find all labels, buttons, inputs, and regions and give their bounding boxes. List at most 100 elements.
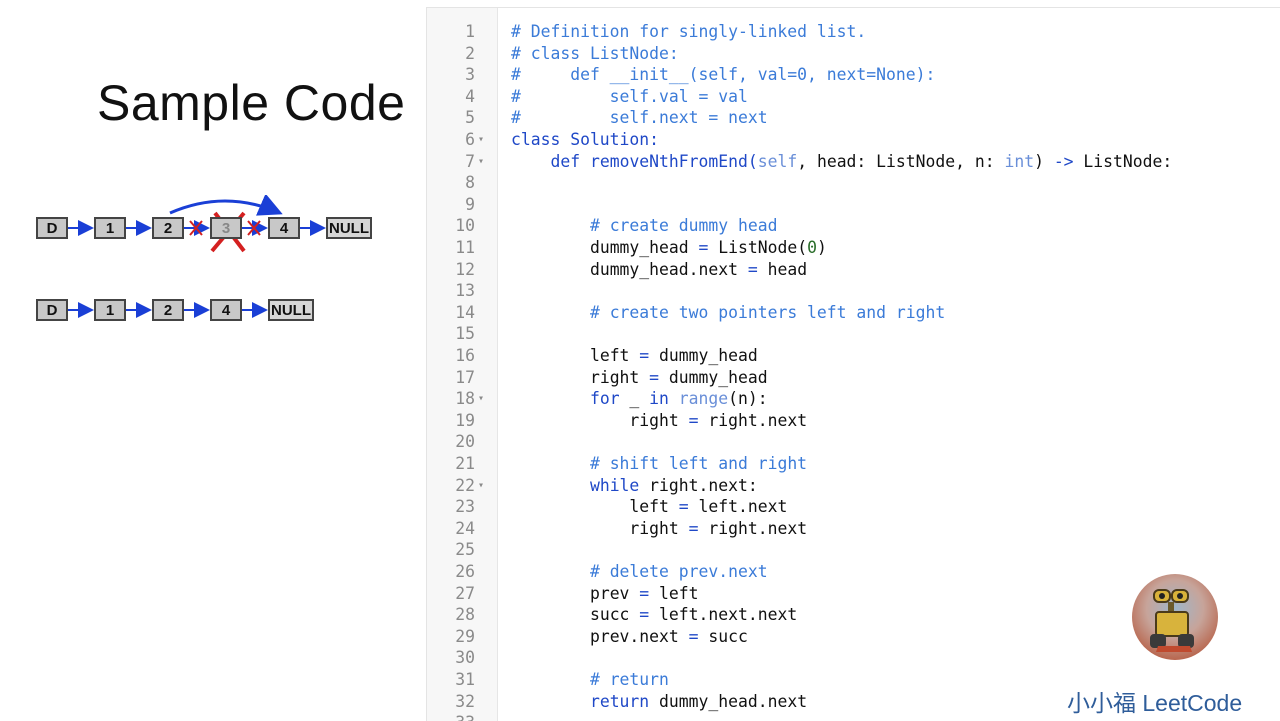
code-line: 17 right = dummy_head bbox=[427, 367, 1280, 389]
node-dummy: D bbox=[36, 217, 68, 239]
code-token: ) bbox=[816, 238, 827, 257]
code-line: 4 # self.val = val bbox=[427, 86, 1280, 108]
code-token: left bbox=[649, 583, 699, 603]
code-token: = bbox=[639, 346, 650, 365]
code-line: 14 # create two pointers left and right bbox=[427, 302, 1280, 324]
line-number: 28 bbox=[455, 605, 475, 625]
code-line: 8 bbox=[427, 172, 1280, 194]
line-number: 29 bbox=[455, 626, 475, 646]
line-number: 20 bbox=[455, 432, 475, 452]
code-token: ListNode( bbox=[708, 238, 808, 257]
code-token: 0 bbox=[807, 238, 817, 257]
code-text: succ = left.next.next bbox=[511, 604, 797, 626]
code-token: dummy_head bbox=[589, 238, 699, 257]
line-number: 14 bbox=[455, 302, 475, 322]
code-line: 20 bbox=[427, 431, 1280, 453]
code-token: left.next bbox=[688, 497, 788, 517]
code-token: right.next bbox=[698, 410, 808, 430]
channel-avatar bbox=[1132, 574, 1218, 660]
line-number: 10 bbox=[455, 216, 475, 236]
code-token: left bbox=[629, 497, 679, 517]
code-token: int bbox=[1004, 151, 1035, 171]
code-text: class Solution: bbox=[511, 129, 659, 151]
node-3-deleted: 3 bbox=[210, 217, 242, 239]
code-token: , head: ListNode, n: bbox=[797, 151, 1005, 171]
code-text: dummy_head = ListNode(0) bbox=[511, 237, 827, 259]
code-line: 12 dummy_head.next = head bbox=[427, 259, 1280, 281]
code-token: right bbox=[629, 410, 689, 430]
code-token: self bbox=[757, 151, 798, 171]
line-number: 8 bbox=[465, 173, 475, 193]
code-token: = bbox=[698, 238, 709, 257]
line-number: 19 bbox=[455, 410, 475, 430]
code-line: 7 ▾ def removeNthFromEnd(self, head: List… bbox=[427, 151, 1280, 173]
code-token: class Solution: bbox=[511, 130, 660, 149]
code-token: = bbox=[649, 367, 660, 387]
code-line: 3 # def __init__(self, val=0, next=None): bbox=[427, 64, 1280, 86]
line-number: 18 bbox=[455, 389, 475, 409]
code-token: left bbox=[589, 346, 640, 365]
code-text: # delete prev.next bbox=[511, 561, 768, 583]
code-text: for _ in range(n): bbox=[511, 388, 768, 410]
line-number: 13 bbox=[455, 281, 475, 301]
line-number: 1 bbox=[465, 22, 475, 41]
robot-avatar-icon bbox=[1132, 574, 1218, 660]
code-text: right = right.next bbox=[511, 518, 807, 540]
code-token: # Definition for singly-linked list. bbox=[511, 22, 867, 41]
code-token: left.next.next bbox=[649, 605, 798, 625]
code-line: 13 bbox=[427, 280, 1280, 302]
code-token: dummy_head bbox=[649, 346, 758, 365]
code-line: 1 # Definition for singly-linked list. bbox=[427, 21, 1280, 43]
code-token: # create dummy head bbox=[589, 216, 778, 236]
node-2: 2 bbox=[152, 217, 184, 239]
code-line: 23 left = left.next bbox=[427, 496, 1280, 518]
code-line: 15 bbox=[427, 323, 1280, 345]
code-line: 18 ▾ for _ in range(n): bbox=[427, 388, 1280, 410]
node-null: NULL bbox=[326, 217, 372, 239]
line-number: 31 bbox=[455, 670, 475, 689]
line-number: 9 bbox=[465, 194, 475, 214]
code-token: # self.val = val bbox=[511, 86, 748, 106]
code-token: dummy_head.next bbox=[589, 259, 748, 279]
code-token: succ bbox=[589, 605, 640, 625]
line-number: 4 bbox=[465, 86, 475, 106]
code-text: prev.next = succ bbox=[511, 626, 748, 648]
node-dummy-after: D bbox=[36, 299, 68, 321]
code-line: 2 # class ListNode: bbox=[427, 43, 1280, 65]
code-text: left = left.next bbox=[511, 496, 787, 518]
code-token: = bbox=[639, 583, 650, 603]
fold-toggle-icon[interactable]: ▾ bbox=[478, 129, 484, 151]
code-token: dummy_head.next bbox=[649, 691, 808, 711]
code-token: # class ListNode: bbox=[511, 43, 679, 63]
code-line: 6 ▾ class Solution: bbox=[427, 129, 1280, 151]
code-token: = bbox=[678, 497, 689, 517]
code-token: (n): bbox=[728, 389, 768, 409]
code-text: left = dummy_head bbox=[511, 345, 758, 367]
line-number: 3 bbox=[465, 65, 475, 85]
line-number: 6 bbox=[465, 130, 475, 149]
line-number: 24 bbox=[455, 518, 475, 538]
node-2-after: 2 bbox=[152, 299, 184, 321]
code-token: # def __init__(self, val=0, next=None): bbox=[511, 65, 936, 85]
fold-toggle-icon[interactable]: ▾ bbox=[478, 475, 484, 497]
code-token: = bbox=[688, 410, 699, 430]
line-number: 17 bbox=[455, 367, 475, 387]
code-token: # delete prev.next bbox=[589, 562, 768, 581]
code-token: range bbox=[678, 389, 729, 409]
code-token: in bbox=[649, 389, 669, 409]
code-token: removeNthFromEnd( bbox=[589, 151, 758, 171]
code-token: while bbox=[589, 475, 640, 495]
node-4: 4 bbox=[268, 217, 300, 239]
code-text: # Definition for singly-linked list. bbox=[511, 21, 866, 43]
code-line: 22 ▾ while right.next: bbox=[427, 475, 1280, 497]
code-text: # return bbox=[511, 669, 669, 691]
fold-toggle-icon[interactable]: ▾ bbox=[478, 388, 484, 410]
slide-title: Sample Code bbox=[97, 75, 406, 131]
code-token: right bbox=[589, 367, 650, 387]
fold-toggle-icon[interactable]: ▾ bbox=[478, 151, 484, 173]
node-4-after: 4 bbox=[210, 299, 242, 321]
code-text: # shift left and right bbox=[511, 453, 807, 475]
code-token: def bbox=[550, 151, 590, 171]
bypass-arrow bbox=[169, 195, 283, 216]
